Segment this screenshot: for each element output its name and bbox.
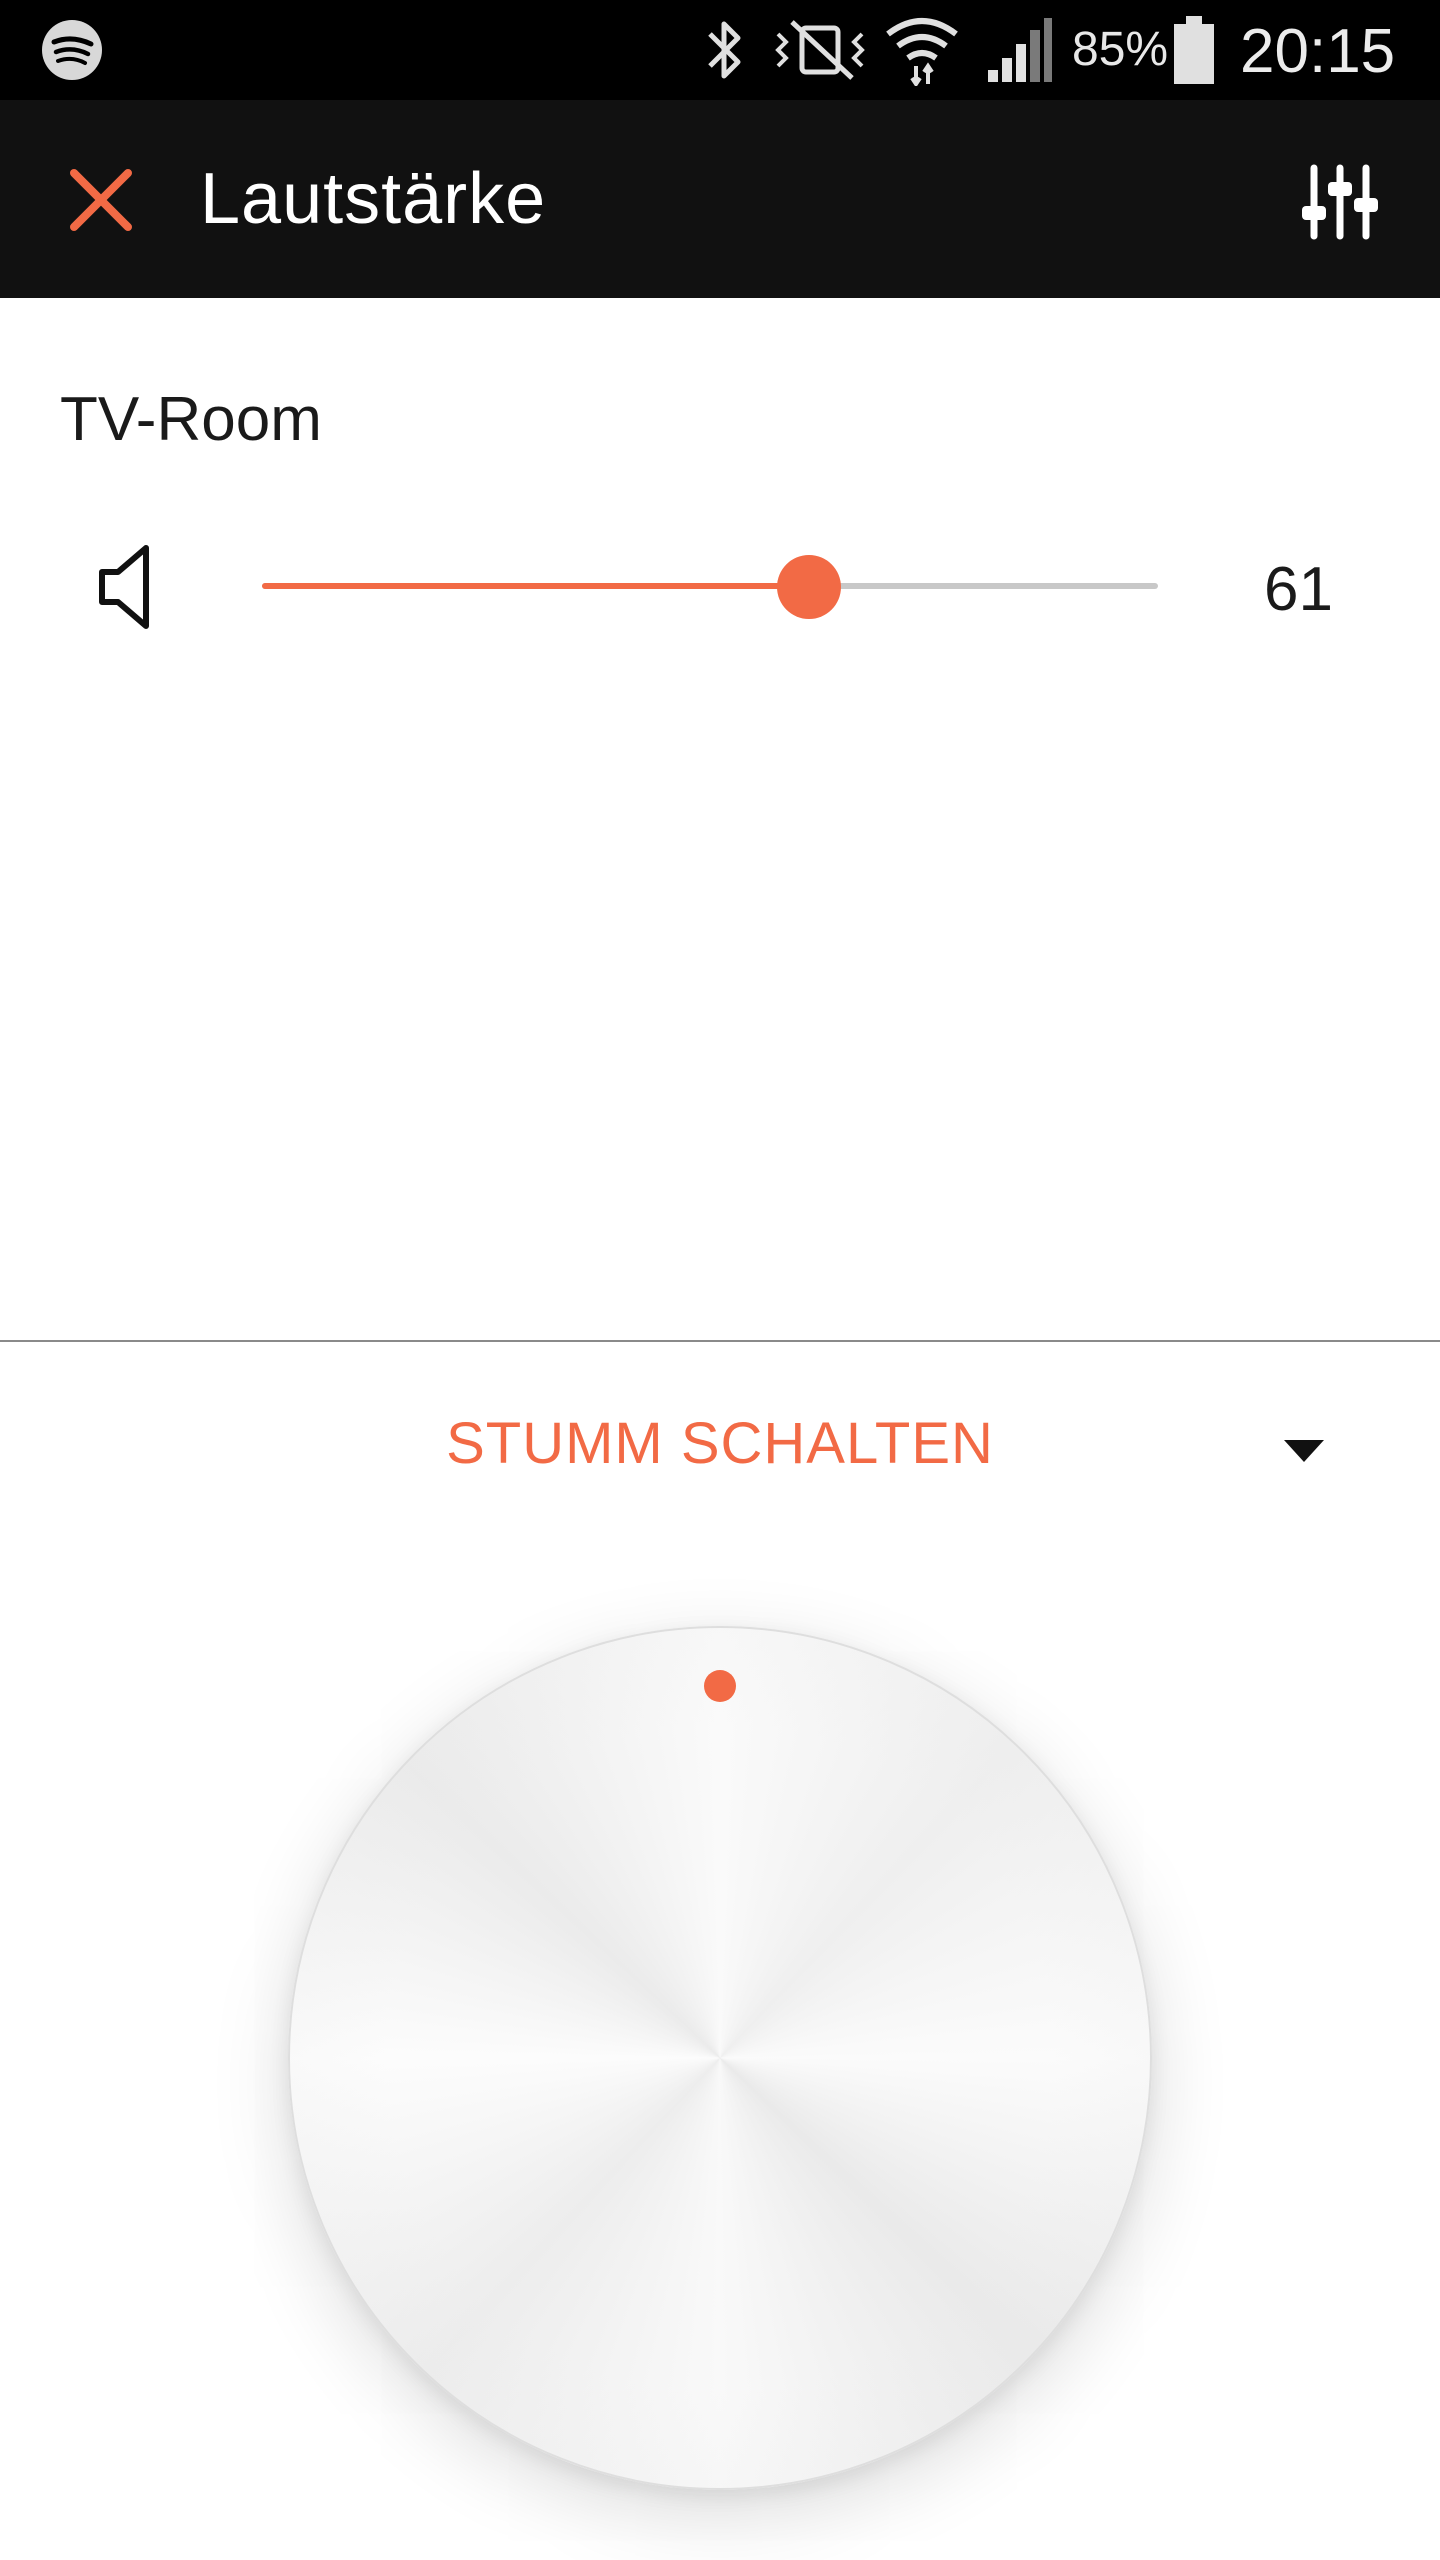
battery-icon <box>1174 16 1214 84</box>
wifi-icon <box>886 18 958 86</box>
signal-icon <box>988 18 1052 82</box>
slider-thumb[interactable] <box>776 555 841 619</box>
vibrate-icon <box>775 20 865 80</box>
knob-indicator <box>704 1670 736 1702</box>
bluetooth-icon <box>708 21 741 79</box>
equalizer-button[interactable] <box>1296 162 1384 242</box>
volume-knob[interactable] <box>288 1626 1152 2490</box>
room-name: TV-Room <box>60 385 322 454</box>
spotify-icon <box>42 20 102 80</box>
divider <box>0 1340 1440 1342</box>
speaker-icon[interactable] <box>96 542 158 632</box>
equalizer-icon <box>1302 164 1378 240</box>
clock: 20:15 <box>1240 17 1396 86</box>
volume-slider[interactable] <box>262 550 1158 622</box>
toolbar: Lautstärke <box>0 100 1440 298</box>
chevron-down-icon[interactable] <box>1282 1438 1326 1464</box>
close-icon <box>70 169 132 231</box>
volume-value: 61 <box>1264 555 1333 624</box>
close-button[interactable] <box>56 155 146 245</box>
battery-percent: 85% <box>1072 23 1169 76</box>
page-title: Lautstärke <box>200 159 547 239</box>
status-bar: 85% 20:15 <box>0 0 1440 100</box>
mute-button[interactable]: STUMM SCHALTEN <box>420 1410 1020 1490</box>
slider-fill <box>262 583 809 589</box>
